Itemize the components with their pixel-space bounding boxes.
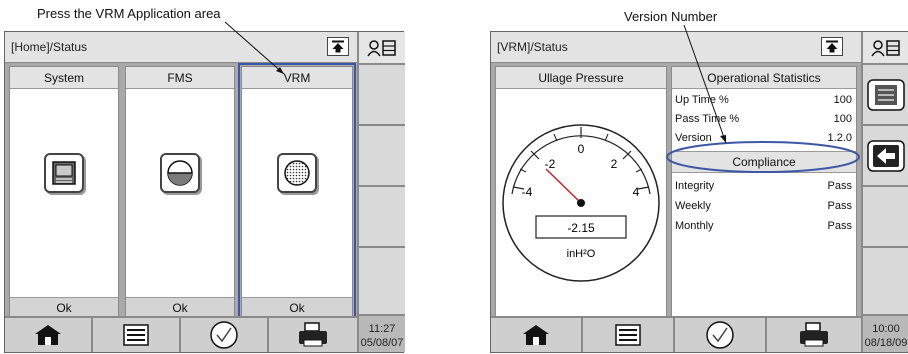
app-status: Ok [126, 297, 234, 318]
top-bar: [VRM]/Status [491, 32, 861, 63]
gauge-reading: -2.15 [567, 221, 595, 235]
console-icon [44, 153, 84, 193]
up-level-button[interactable] [821, 37, 843, 56]
list-icon [123, 324, 149, 346]
top-bar: [Home]/Status [5, 32, 357, 63]
compliance-label: Monthly [675, 220, 714, 232]
stat-label: Up Time % [675, 94, 729, 106]
compliance-label: Integrity [675, 180, 715, 192]
checkmark-button[interactable] [181, 318, 269, 352]
bottom-toolbar [491, 316, 861, 352]
checkmark-circle-icon [210, 321, 238, 349]
home-button[interactable] [491, 318, 583, 352]
printer-icon [800, 322, 828, 347]
vrm-highlight-outline [238, 63, 356, 322]
stats-title: Operational Statistics [672, 67, 856, 89]
compliance-value: Pass [827, 200, 852, 212]
document-list-icon [867, 78, 905, 111]
tank-level-icon [160, 153, 200, 193]
print-button[interactable] [767, 318, 861, 352]
callout-version-number: Version Number [624, 9, 718, 24]
compliance-row-monthly: Monthly Pass [672, 217, 856, 235]
user-menu-button[interactable] [863, 32, 908, 65]
gauge-tick-label: 0 [578, 142, 585, 156]
app-title: System [10, 67, 118, 89]
printer-icon [299, 322, 327, 347]
side-button-2[interactable] [359, 126, 405, 187]
side-button-3[interactable] [359, 187, 405, 248]
side-button-1[interactable] [359, 65, 405, 126]
home-icon [35, 325, 61, 345]
clock-time: 11:27 [368, 323, 396, 335]
clock-date: 05/08/07 [360, 337, 404, 349]
checkmark-button[interactable] [675, 318, 767, 352]
gauge-tick-label: 2 [611, 157, 618, 171]
side-button-4[interactable] [359, 248, 405, 316]
stat-label: Pass Time % [675, 113, 740, 125]
checkmark-circle-icon [706, 321, 734, 349]
callout-vrm-area: Press the VRM Application area [37, 6, 221, 21]
stat-row-uptime: Up Time % 100 [672, 91, 856, 109]
list-icon [615, 324, 641, 346]
up-arrow-icon [332, 40, 344, 53]
reports-button[interactable] [583, 318, 675, 352]
gauge-tick-label: -4 [522, 185, 533, 199]
side-button-column: 10:00 08/18/09 [861, 32, 908, 352]
bottom-toolbar [5, 316, 357, 352]
app-panel-fms[interactable]: FMS Ok [125, 66, 235, 319]
pressure-gauge: -4 -2 0 2 4 -2.15 inH²O [502, 124, 660, 282]
stat-value: 100 [833, 94, 852, 106]
version-highlight-ellipse [666, 141, 860, 173]
compliance-label: Weekly [675, 200, 711, 212]
compliance-row-weekly: Weekly Pass [672, 197, 856, 215]
back-button[interactable] [863, 126, 908, 187]
user-list-icon [367, 39, 396, 56]
ullage-pressure-panel: Ullage Pressure -4 -2 0 2 4 -2.15 inH²O [495, 66, 667, 319]
breadcrumb: [VRM]/Status [497, 40, 568, 54]
app-title: FMS [126, 67, 234, 89]
app-panel-system[interactable]: System Ok [9, 66, 119, 319]
compliance-value: Pass [827, 180, 852, 192]
stat-row-pass-time: Pass Time % 100 [672, 110, 856, 128]
stat-value: 100 [833, 113, 852, 125]
app-status: Ok [10, 297, 118, 318]
user-menu-button[interactable] [359, 32, 405, 65]
home-icon [523, 325, 549, 345]
compliance-value: Pass [827, 220, 852, 232]
home-status-screen: [Home]/Status 11:27 05/08/07 System Ok F… [4, 31, 405, 353]
statistics-panel: Operational Statistics Up Time % 100 Pas… [671, 66, 857, 319]
gauge-unit: inH²O [567, 248, 596, 260]
details-button[interactable] [863, 65, 908, 126]
up-level-button[interactable] [327, 37, 349, 56]
back-arrow-icon [867, 139, 905, 172]
side-button-column: 11:27 05/08/07 [357, 32, 405, 352]
vrm-status-screen: [VRM]/Status 10:00 08/18/09 Ullage Press… [490, 31, 908, 353]
clock-date: 08/18/09 [864, 337, 908, 349]
up-arrow-icon [826, 40, 838, 53]
gauge-tick-label: 4 [633, 185, 640, 199]
clock-time: 10:00 [872, 323, 900, 335]
home-button[interactable] [5, 318, 93, 352]
gauge-title: Ullage Pressure [496, 67, 666, 89]
side-button-3[interactable] [863, 187, 908, 248]
breadcrumb: [Home]/Status [11, 40, 88, 54]
reports-button[interactable] [93, 318, 181, 352]
print-button[interactable] [269, 318, 357, 352]
user-list-icon [871, 39, 900, 56]
side-button-4[interactable] [863, 248, 908, 316]
compliance-row-integrity: Integrity Pass [672, 177, 856, 195]
